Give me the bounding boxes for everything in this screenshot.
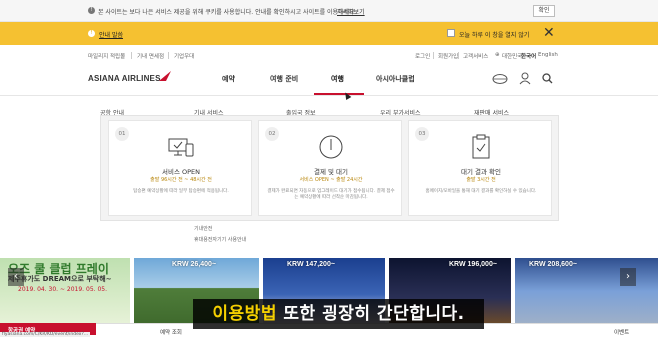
banner-price: KRW 147,200~: [287, 261, 335, 268]
banner-next-button[interactable]: ›: [620, 268, 636, 286]
step-number: 03: [415, 127, 429, 141]
header-divider: [0, 95, 658, 96]
notice-icon: !: [88, 30, 95, 37]
user-icon[interactable]: [519, 72, 531, 85]
bottom-event[interactable]: 이벤트: [614, 328, 629, 336]
step-title: 서비스 OPEN: [161, 168, 200, 176]
step-description: 탑승편 예약상황에 따라 일부 탑승편에 적용됩니다.: [133, 189, 229, 194]
clipboard-check-icon: [472, 134, 490, 159]
logo-text[interactable]: ASIANA AIRLINES: [88, 74, 161, 83]
inflight-safety-link[interactable]: 기내안전: [194, 225, 212, 232]
info-icon: !: [88, 7, 95, 14]
nav-travel[interactable]: 여행: [331, 74, 344, 84]
hide-today-label[interactable]: 오늘 하루 이 창을 열지 않기: [459, 30, 529, 39]
video-subtitle: 이용방법 또한 굉장히 간단합니다.: [193, 299, 484, 329]
promo-dates: 2019. 04. 30. ~ 2019. 05. 05.: [18, 286, 107, 293]
divider: [433, 52, 434, 59]
util-link-signup[interactable]: 회원가입: [438, 52, 458, 60]
util-link-corporate[interactable]: 기업우대: [174, 52, 194, 60]
banner-price: KRW 26,400~: [172, 261, 217, 268]
subtitle-text: 또한 굉장히 간단합니다.: [276, 304, 465, 324]
step-card-3: 03 대기 결과 확인 출발 3시간 전 홈페이지/모바일을 통해 대기 결과를…: [408, 120, 552, 216]
step-number: 01: [115, 127, 129, 141]
banner-prev-button[interactable]: ‹: [8, 268, 24, 286]
notice-bar: ! 안내 말씀 오늘 하루 이 창을 열지 않기 ✕: [0, 22, 658, 45]
region-select[interactable]: 대한민국: [502, 52, 522, 60]
util-link-customer-service[interactable]: 고객서비스: [463, 52, 488, 60]
step-timing: 서비스 OPEN ~ 출발 24시간: [299, 177, 363, 183]
clock-icon: [319, 135, 343, 159]
lang-korean[interactable]: 한국어: [521, 52, 536, 60]
step-timing: 출발 3시간 전: [466, 177, 496, 183]
hide-today-checkbox[interactable]: [447, 29, 455, 37]
util-link-mileage-mall[interactable]: 마일리지 적립몰: [88, 52, 125, 60]
devices-icon: [168, 138, 194, 157]
cookie-confirm-button[interactable]: 확인: [533, 5, 555, 17]
util-link-login[interactable]: 로그인: [415, 52, 430, 60]
globe-icon[interactable]: [492, 73, 508, 85]
close-icon[interactable]: ✕: [543, 25, 555, 41]
step-title: 결제 및 대기: [313, 168, 349, 176]
bottom-reservation-check[interactable]: 예약 조회: [160, 328, 182, 336]
lang-english[interactable]: English: [538, 52, 558, 58]
banner-price: KRW 196,000~: [449, 261, 497, 268]
step-title: 대기 결과 확인: [460, 168, 501, 176]
step-description: 결제가 완료되면 자동으로 업그레이드 대기가 접수됩니다. 결제 접수는 예약…: [267, 189, 395, 200]
status-url: flyasiana.com/C/KR/KO/event/index?...: [0, 332, 91, 337]
step-number: 02: [265, 127, 279, 141]
cookie-message: 본 사이트는 보다 나은 서비스 제공을 위해 쿠키를 사용합니다. 안내를 확…: [98, 9, 357, 16]
util-link-duty-free[interactable]: 기내 면세점: [137, 52, 164, 60]
subtitle-highlight: 이용방법: [212, 304, 277, 324]
nav-reservation[interactable]: 예약: [222, 74, 235, 84]
portable-device-link[interactable]: 휴대용전자기기 사용안내: [194, 236, 246, 243]
step-card-1: 01 서비스 OPEN 출발 96시간 전 ~ 48시간 전 탑승편 예약상황에…: [108, 120, 252, 216]
logo-mark-icon: [159, 71, 171, 81]
cookie-bar: ! 본 사이트는 보다 나은 서비스 제공을 위해 쿠키를 사용합니다. 안내를…: [0, 0, 658, 22]
step-description: 홈페이지/모바일을 통해 대기 결과를 확인하실 수 있습니다.: [425, 189, 537, 194]
banner-harbor[interactable]: KRW 208,600~: [515, 258, 658, 324]
nav-travel-prep[interactable]: 여행 준비: [270, 74, 298, 84]
step-timing: 출발 96시간 전 ~ 48시간 전: [150, 177, 212, 183]
divider: [131, 52, 132, 59]
search-icon[interactable]: [542, 73, 553, 84]
region-globe-icon[interactable]: ⊕: [495, 52, 500, 58]
banner-price: KRW 208,600~: [529, 261, 577, 268]
cookie-more-link[interactable]: 자세히보기: [337, 7, 365, 16]
nav-asiana-club[interactable]: 아시아나클럽: [376, 74, 415, 84]
divider: [458, 52, 459, 59]
divider: [168, 52, 169, 59]
step-card-2: 02 결제 및 대기 서비스 OPEN ~ 출발 24시간 결제가 완료되면 자…: [258, 120, 402, 216]
notice-link[interactable]: 안내 말씀: [99, 30, 123, 39]
